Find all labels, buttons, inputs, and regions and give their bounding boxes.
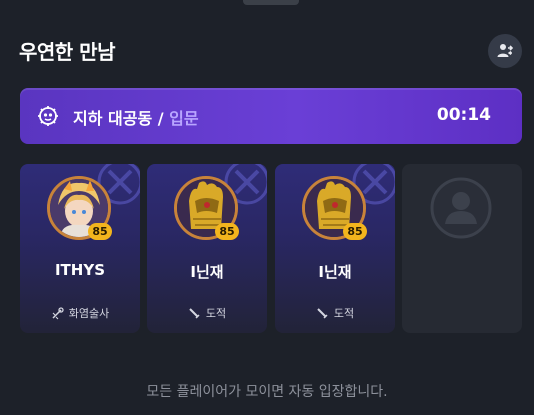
level-badge: 85 xyxy=(215,223,239,240)
invite-button[interactable] xyxy=(488,34,522,68)
dagger-icon xyxy=(317,307,328,319)
page-title: 우연한 만남 xyxy=(19,40,115,64)
difficulty-label: 입문 xyxy=(169,109,199,128)
dungeon-name: 지하 대공동 xyxy=(73,109,153,128)
player-name: I닌재 xyxy=(190,263,224,281)
party-slot-2[interactable]: 85 I닌재 도적 xyxy=(147,164,267,333)
level-badge: 85 xyxy=(88,223,112,240)
class-label: 도적 xyxy=(205,307,227,320)
label-separator: / xyxy=(157,109,164,128)
matching-timer: 00:14 xyxy=(436,105,491,125)
party-slot-3[interactable]: 85 I닌재 도적 xyxy=(275,164,395,333)
level-badge: 85 xyxy=(343,223,367,240)
people-swap-icon xyxy=(497,44,514,57)
player-name: I닌재 xyxy=(318,263,352,281)
empty-user-icon xyxy=(430,177,492,239)
dagger-icon xyxy=(189,307,200,319)
player-class: 도적 xyxy=(147,305,267,321)
player-name: ITHYS xyxy=(54,261,106,279)
dungeon-emblem-icon xyxy=(38,106,58,126)
player-class: 도적 xyxy=(275,305,395,321)
class-label: 도적 xyxy=(333,307,355,320)
class-label: 화염술사 xyxy=(68,307,110,320)
auto-enter-notice: 모든 플레이어가 모이면 자동 입장합니다. xyxy=(146,384,388,400)
party-slot-1[interactable]: 85 ITHYS 화염술사 xyxy=(20,164,140,333)
party-slot-empty xyxy=(402,164,522,333)
player-class: 화염술사 xyxy=(20,305,140,321)
staff-icon xyxy=(52,306,64,319)
dungeon-banner: 지하 대공동 / 입문 00:14 xyxy=(20,88,522,144)
dungeon-label: 지하 대공동 / 입문 xyxy=(73,105,199,129)
drag-handle[interactable] xyxy=(243,0,299,5)
